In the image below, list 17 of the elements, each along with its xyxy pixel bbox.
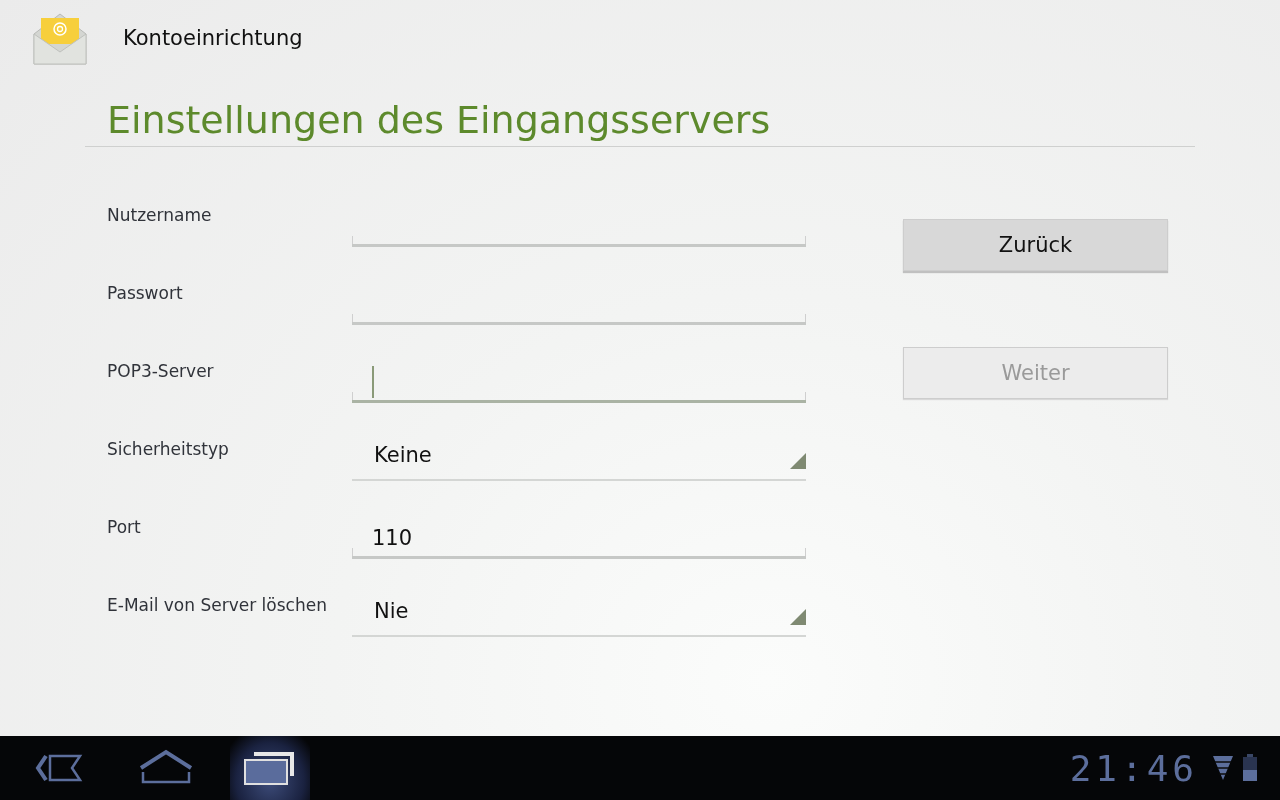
app-title: Kontoeinrichtung — [123, 26, 303, 50]
wifi-signal-icon — [1212, 754, 1234, 782]
field-label: E-Mail von Server löschen — [107, 595, 328, 615]
field-label: POP3-Server — [107, 361, 215, 381]
page-heading: Einstellungen des Eingangsservers — [85, 80, 1195, 147]
back-button[interactable]: Zurück — [903, 219, 1168, 271]
field-label: Passwort — [107, 283, 184, 303]
field-label: Sicherheitstyp — [107, 439, 230, 459]
field-label: Nutzername — [107, 205, 213, 225]
dropdown[interactable]: Keine — [352, 431, 806, 481]
dropdown-corner-icon — [790, 453, 806, 469]
battery-icon — [1242, 753, 1258, 783]
field-label: Port — [107, 517, 142, 537]
nav-button[interactable] — [230, 736, 310, 800]
dropdown-corner-icon — [790, 609, 806, 625]
clock: 21:46 — [1069, 747, 1198, 789]
dropdown[interactable]: Nie — [352, 587, 806, 637]
